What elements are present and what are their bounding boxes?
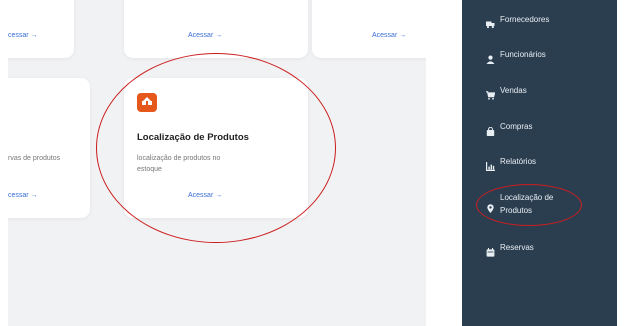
sidebar-item-label: Fornecedores xyxy=(500,15,550,24)
sidebar-item-reservas[interactable]: Reservas xyxy=(462,240,617,257)
shopping-bag-icon xyxy=(486,123,495,136)
sidebar-item-funcionarios[interactable]: Funcionários xyxy=(462,47,617,64)
highlight-ellipse xyxy=(476,184,582,226)
card-access-link[interactable]: cessar → xyxy=(8,32,38,39)
card-top-middle[interactable]: Acessar → xyxy=(124,0,308,58)
sidebar-item-label: Reservas xyxy=(500,243,534,252)
card-reservas[interactable]: rvas de produtos cessar → xyxy=(8,78,90,218)
card-top-left[interactable]: cessar → xyxy=(8,0,74,58)
sidebar-item-label: Compras xyxy=(500,122,533,131)
cart-icon xyxy=(486,87,496,100)
chart-icon xyxy=(486,158,495,171)
dashboard-cards-area: cessar → Acessar → Acessar → rvas de pro… xyxy=(8,0,426,326)
card-top-right[interactable]: Acessar → xyxy=(312,0,426,58)
sidebar-item-label: Vendas xyxy=(500,86,527,95)
calendar-icon xyxy=(486,244,495,257)
sidebar-nav: Fornecedores Funcionários Vendas Compras xyxy=(462,0,617,326)
card-description: rvas de produtos xyxy=(8,155,61,162)
sidebar-item-compras[interactable]: Compras xyxy=(462,119,617,136)
truck-icon xyxy=(486,16,495,29)
user-icon xyxy=(486,51,495,64)
sidebar-item-relatorios[interactable]: Relatórios xyxy=(462,154,617,171)
highlight-ellipse xyxy=(96,53,336,243)
sidebar-item-label: Funcionários xyxy=(500,50,546,59)
sidebar-item-fornecedores[interactable]: Fornecedores xyxy=(462,12,617,29)
card-access-link[interactable]: cessar → xyxy=(8,192,38,199)
card-access-link[interactable]: Acessar → xyxy=(188,32,222,39)
card-access-link[interactable]: Acessar → xyxy=(372,32,406,39)
sidebar-item-vendas[interactable]: Vendas xyxy=(462,83,617,100)
sidebar-item-label: Relatórios xyxy=(500,157,537,166)
screenshot-stage: cessar → Acessar → Acessar → rvas de pro… xyxy=(0,0,640,326)
